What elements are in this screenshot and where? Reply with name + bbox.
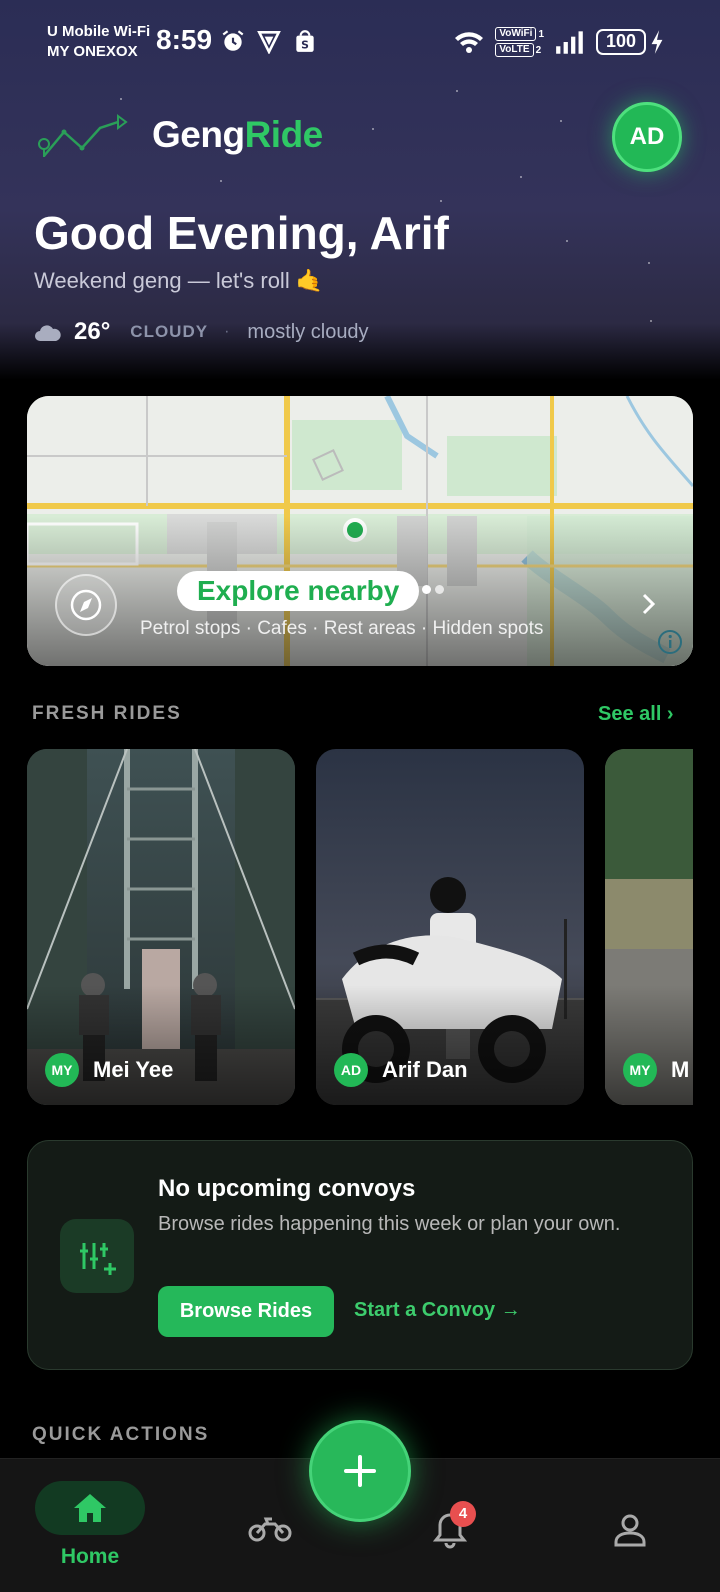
- carrier-line-2: MY ONEXOX: [47, 43, 138, 60]
- ride-author: AD Arif Dan: [334, 1053, 468, 1087]
- notification-badge: 4: [450, 1501, 476, 1527]
- convoy-title: No upcoming convoys: [158, 1175, 416, 1202]
- weather-description: mostly cloudy: [247, 320, 369, 343]
- vpn-shield-icon: [257, 31, 281, 54]
- alarm-icon: [222, 30, 244, 51]
- ride-card[interactable]: AD Arif Dan: [316, 749, 584, 1105]
- header: U Mobile Wi-Fi MY ONEXOX 8:59 S VoWiFi 1…: [0, 0, 720, 380]
- ride-author-name: Mei Yee: [93, 1057, 174, 1082]
- ride-author: MY Mei Yee: [45, 1053, 173, 1087]
- brand-part-1: Geng: [152, 114, 245, 155]
- signal-icon: [556, 31, 583, 54]
- motorcycle-icon[interactable]: [248, 1513, 292, 1545]
- greeting-title: Good Evening, Arif: [34, 207, 449, 259]
- see-all-link[interactable]: See all ›: [598, 703, 674, 726]
- route-logo-icon: [38, 114, 128, 157]
- weather-summary: 26° CLOUDY · mostly cloudy: [34, 316, 369, 348]
- compass-icon: [55, 574, 117, 636]
- app-brand: GengRide: [152, 114, 323, 156]
- explore-categories: Petrol stops · Cafes · Rest areas · Hidd…: [140, 618, 544, 639]
- carrier-line-1: U Mobile Wi-Fi: [47, 23, 151, 40]
- weather-condition: CLOUDY: [130, 322, 209, 341]
- charging-icon: [651, 30, 663, 54]
- profile-icon[interactable]: [612, 1511, 648, 1549]
- ride-author-avatar: MY: [45, 1053, 79, 1087]
- quick-actions-title: QUICK ACTIONS: [32, 1424, 210, 1445]
- start-convoy-link[interactable]: Start a Convoy →: [354, 1299, 521, 1322]
- volte-label: VoLTE: [495, 43, 534, 57]
- brand-part-2: Ride: [244, 114, 324, 155]
- explore-nearby-card[interactable]: Explore nearby Petrol stops · Cafes · Re…: [27, 396, 693, 666]
- ride-author: MY M: [623, 1053, 689, 1087]
- convoy-icon: [60, 1219, 134, 1293]
- chevron-right-icon[interactable]: [639, 592, 659, 616]
- battery-indicator: 100: [596, 29, 646, 55]
- carrier-info: U Mobile Wi-Fi MY ONEXOX: [47, 22, 150, 62]
- status-bar: U Mobile Wi-Fi MY ONEXOX 8:59 S VoWiFi 1…: [0, 0, 720, 84]
- nav-home-label: Home: [60, 1545, 120, 1568]
- ride-author-avatar: MY: [623, 1053, 657, 1087]
- wifi-icon: [455, 32, 484, 53]
- ride-card[interactable]: MY M: [605, 749, 693, 1105]
- shopping-bag-icon: S: [296, 30, 314, 52]
- vowifi-label: VoWiFi: [495, 27, 537, 41]
- ride-author-avatar: AD: [334, 1053, 368, 1087]
- profile-avatar[interactable]: AD: [612, 102, 682, 172]
- cloud-icon: [35, 325, 61, 341]
- ride-card[interactable]: MY Mei Yee: [27, 749, 295, 1105]
- ride-author-name: M: [671, 1057, 690, 1082]
- sim-1-label: 1: [538, 28, 544, 40]
- map-info-icon[interactable]: [656, 628, 684, 656]
- plus-icon: [344, 1455, 376, 1487]
- sim-2-label: 2: [535, 44, 542, 56]
- svg-text:S: S: [301, 39, 309, 52]
- fresh-rides-title: FRESH RIDES: [32, 703, 182, 724]
- ride-author-name: Arif Dan: [382, 1057, 468, 1082]
- nav-home-tab[interactable]: [35, 1481, 145, 1535]
- weather-temperature: 26°: [74, 318, 111, 345]
- carousel-indicator: [422, 585, 444, 594]
- browse-rides-button[interactable]: Browse Rides: [158, 1286, 334, 1337]
- clock: 8:59: [156, 24, 213, 55]
- home-icon: [74, 1494, 106, 1522]
- convoy-description: Browse rides happening this week or plan…: [158, 1213, 621, 1235]
- create-ride-fab[interactable]: [309, 1420, 411, 1522]
- explore-nearby-title: Explore nearby: [177, 571, 420, 611]
- network-type-indicators: VoWiFi 1 VoLTE 2: [495, 26, 544, 58]
- weather-separator: ·: [224, 323, 230, 340]
- upcoming-convoys-card: No upcoming convoys Browse rides happeni…: [27, 1140, 693, 1370]
- greeting-subtitle: Weekend geng — let's roll 🤙: [34, 268, 324, 293]
